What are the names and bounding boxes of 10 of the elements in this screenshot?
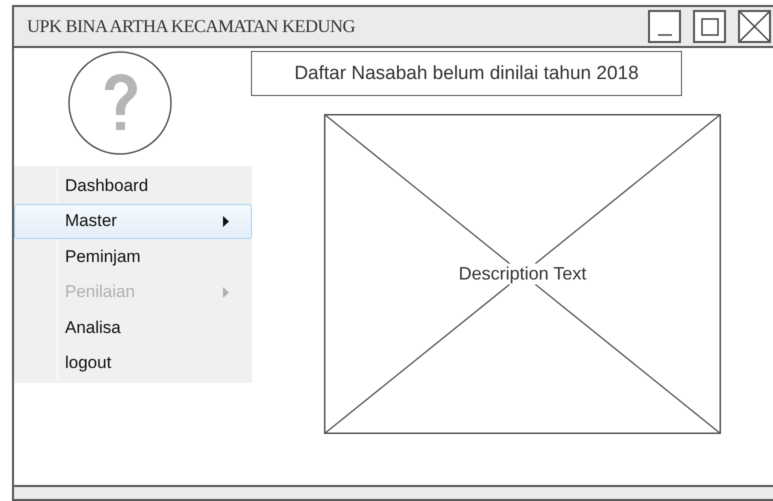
header-label: Daftar Nasabah belum dinilai tahun 2018	[251, 51, 682, 96]
help-avatar-icon	[67, 50, 173, 156]
window-title: UPK BINA ARTHA KECAMATAN KEDUNG	[27, 16, 356, 37]
maximize-button[interactable]	[693, 10, 726, 43]
minimize-button[interactable]	[648, 10, 681, 43]
maximize-icon	[700, 16, 720, 36]
close-icon	[740, 12, 769, 41]
menu-item[interactable]: Master	[14, 204, 252, 239]
minimize-icon	[658, 34, 672, 36]
close-button[interactable]	[738, 10, 771, 43]
